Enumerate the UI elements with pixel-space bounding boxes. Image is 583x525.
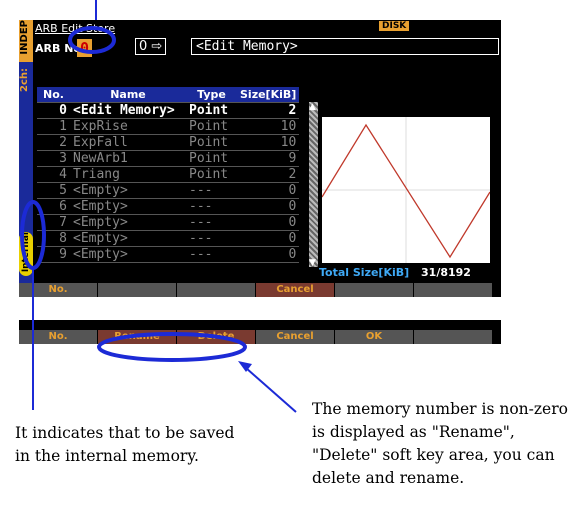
annotation-left: It indicates that to be saved in the int…: [15, 424, 235, 465]
annotation-right: The memory number is non-zero is display…: [312, 400, 568, 487]
